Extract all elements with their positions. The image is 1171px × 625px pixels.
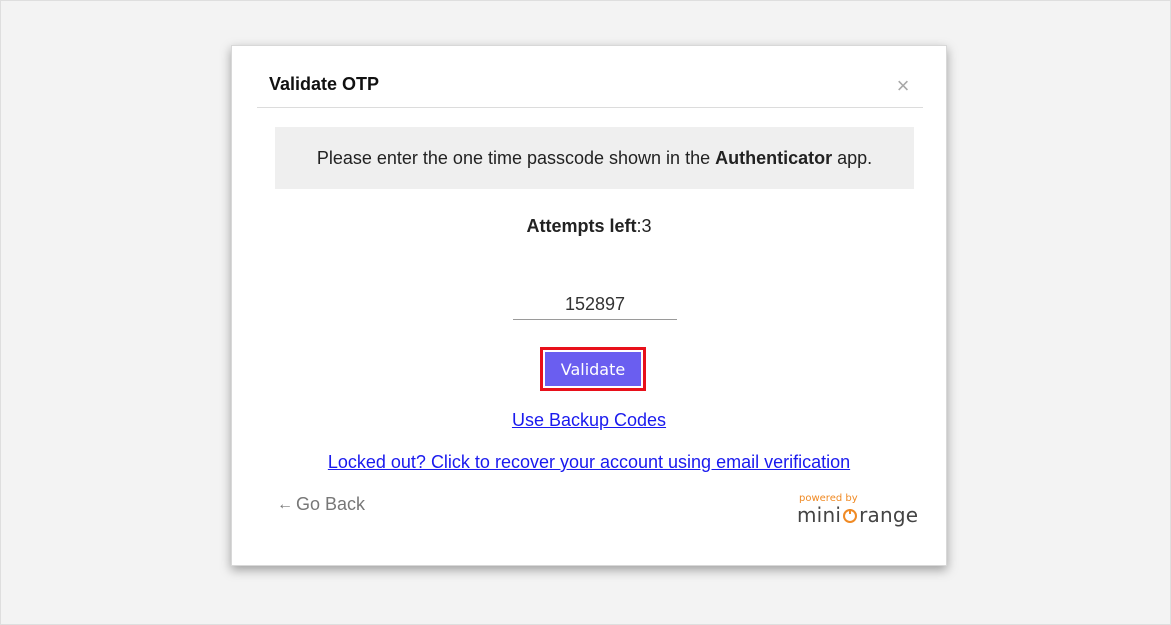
brand-name: mini range [797, 503, 918, 527]
modal-title: Validate OTP [269, 74, 380, 94]
attempts-left-value: 3 [641, 216, 652, 236]
validate-otp-modal: Validate OTP × Please enter the one time… [231, 45, 947, 566]
instruction-box: Please enter the one time passcode shown… [275, 127, 914, 189]
instruction-text-suffix: app. [837, 147, 873, 168]
use-backup-codes-link-text[interactable]: Use Backup Codes [512, 410, 666, 430]
brand-name-left: mini [797, 503, 842, 527]
instruction-text-prefix: Please enter the one time passcode shown… [316, 147, 711, 168]
modal-header: Validate OTP × [257, 46, 923, 108]
validate-button[interactable]: Validate [540, 347, 646, 391]
use-backup-codes-link: Use Backup Codes [232, 410, 946, 431]
back-arrow-icon: ← [277, 495, 293, 513]
brand-name-right: range [859, 503, 919, 527]
orange-logo-icon [843, 509, 858, 523]
attempts-left: Attempts left:3 [232, 216, 946, 237]
recover-account-link-text[interactable]: Locked out? Click to recover your accoun… [328, 452, 850, 472]
authenticator-app-name: Authenticator [715, 147, 833, 168]
go-back-link[interactable]: ← Go Back [277, 494, 365, 515]
attempts-left-label: Attempts left [526, 216, 637, 236]
go-back-label: Go Back [296, 494, 366, 514]
otp-input[interactable] [513, 289, 677, 320]
miniorange-logo: powered by mini range [797, 493, 918, 529]
recover-account-link: Locked out? Click to recover your accoun… [232, 452, 946, 473]
close-icon[interactable]: × [893, 75, 913, 97]
